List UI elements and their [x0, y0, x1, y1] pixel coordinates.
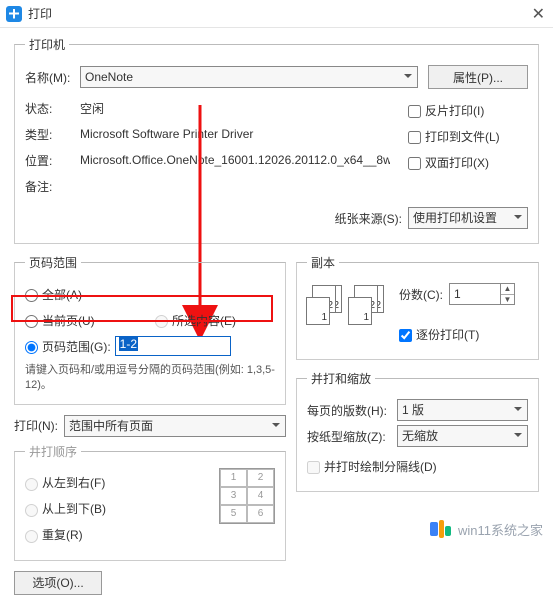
copies-group: 副本 2 2 1 2 2 1 份数(C): ▲▼ 逐份打印(T) — [296, 254, 539, 360]
printer-group: 打印机 名称(M): OneNote 属性(P)... 状态:空闲 类型:Mic… — [14, 36, 539, 244]
order-group: 井打顺序 从左到右(F) 从上到下(B) 重复(R) 123456 — [14, 443, 286, 561]
drawlines-checkbox-label: 并打时绘制分隔线(D) — [307, 458, 437, 475]
name-label: 名称(M): — [25, 69, 80, 86]
copies-illustration-icon: 2 2 1 — [307, 285, 345, 325]
options-button[interactable]: 选项(O)... — [14, 571, 102, 595]
range-hint: 请键入页码和/或用逗号分隔的页码范围(例如: 1,3,5-12)。 — [25, 363, 275, 394]
perpage-select[interactable]: 1 版 — [397, 399, 528, 421]
duplex-checkbox[interactable] — [408, 157, 421, 170]
type-label: 类型: — [25, 126, 80, 143]
perpage-label: 每页的版数(H): — [307, 402, 397, 419]
spin-up-icon[interactable]: ▲ — [501, 284, 514, 295]
type-value: Microsoft Software Printer Driver — [80, 127, 253, 141]
bypaper-label: 按纸型缩放(Z): — [307, 428, 397, 445]
papersrc-label: 纸张来源(S): — [335, 210, 402, 227]
close-icon[interactable]: ✕ — [532, 4, 545, 24]
range-group: 页码范围 全部(A) 当前页(U) 所选内容(E) 页码范围(G): 1-2 请… — [14, 254, 286, 405]
copies-illustration-icon: 2 2 1 — [349, 285, 387, 325]
status-value: 空闲 — [80, 100, 104, 117]
printwhat-select[interactable]: 范围中所有页面 — [64, 415, 286, 437]
range-legend: 页码范围 — [25, 254, 81, 271]
printer-legend: 打印机 — [25, 36, 69, 53]
order-repeat-radio: 重复(R) — [25, 526, 83, 543]
watermark-text: win11系统之家 — [458, 520, 543, 539]
where-value: Microsoft.Office.OneNote_16001.12026.201… — [80, 153, 390, 167]
tofile-checkbox-label[interactable]: 打印到文件(L) — [408, 128, 500, 145]
collate-checkbox-label[interactable]: 逐份打印(T) — [399, 326, 479, 343]
reverse-checkbox-label[interactable]: 反片打印(I) — [408, 102, 484, 119]
papersrc-select[interactable]: 使用打印机设置 — [408, 207, 528, 229]
scale-legend: 并打和缩放 — [307, 370, 375, 387]
order-tb-radio: 从上到下(B) — [25, 500, 106, 517]
range-current-radio[interactable]: 当前页(U) — [25, 312, 155, 329]
range-all-radio[interactable]: 全部(A) — [25, 286, 82, 303]
status-label: 状态: — [25, 100, 80, 117]
titlebar: 打印 ✕ — [0, 0, 553, 28]
printwhat-label: 打印(N): — [14, 417, 64, 434]
spin-down-icon[interactable]: ▼ — [501, 295, 514, 305]
collate-checkbox[interactable] — [399, 329, 412, 342]
app-logo-icon — [6, 6, 22, 22]
properties-button[interactable]: 属性(P)... — [428, 65, 528, 89]
reverse-checkbox[interactable] — [408, 105, 421, 118]
range-selection-radio: 所选内容(E) — [155, 312, 236, 329]
range-pages-radio[interactable]: 页码范围(G): — [25, 338, 111, 355]
where-label: 位置: — [25, 152, 80, 169]
watermark: win11系统之家 — [430, 518, 543, 540]
tofile-checkbox[interactable] — [408, 131, 421, 144]
copies-count-label: 份数(C): — [399, 286, 443, 303]
window-title: 打印 — [28, 5, 532, 22]
drawlines-checkbox — [307, 461, 320, 474]
bypaper-select[interactable]: 无缩放 — [397, 425, 528, 447]
watermark-logo-icon — [430, 518, 452, 540]
copies-legend: 副本 — [307, 254, 339, 271]
order-lr-radio: 从左到右(F) — [25, 474, 105, 491]
duplex-checkbox-label[interactable]: 双面打印(X) — [408, 154, 489, 171]
copies-count-input[interactable] — [450, 284, 500, 304]
pages-input[interactable]: 1-2 — [115, 336, 231, 356]
scale-group: 并打和缩放 每页的版数(H): 1 版 按纸型缩放(Z): 无缩放 并打时绘制分… — [296, 370, 539, 492]
order-preview-icon: 123456 — [219, 468, 275, 524]
copies-count-spinner[interactable]: ▲▼ — [449, 283, 515, 305]
order-legend: 井打顺序 — [25, 443, 81, 460]
comment-label: 备注: — [25, 178, 80, 195]
printer-name-select[interactable]: OneNote — [80, 66, 418, 88]
